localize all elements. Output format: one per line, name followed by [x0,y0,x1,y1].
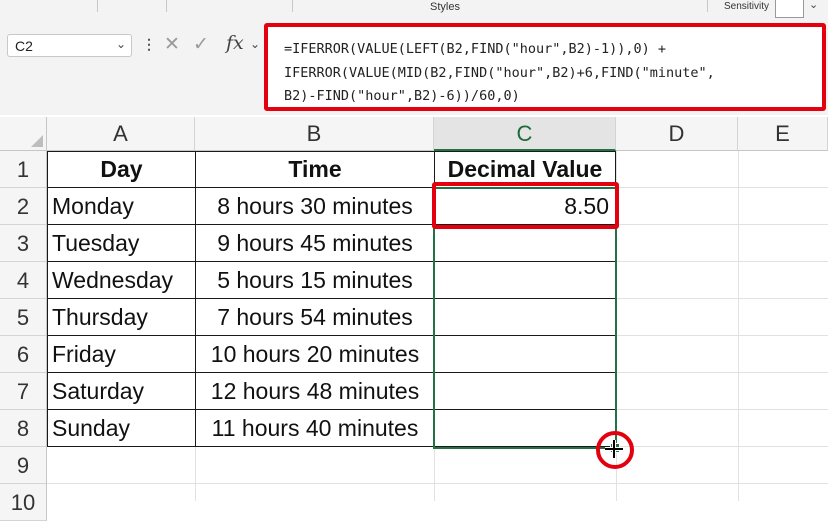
row-header-8[interactable]: 8 [0,410,47,447]
cell-day[interactable]: Friday [48,336,195,373]
ribbon-separator [97,0,98,12]
enter-icon[interactable]: ✓ [193,33,209,56]
row-header-7[interactable]: 7 [0,373,47,410]
cell-day[interactable]: Wednesday [48,262,195,299]
fx-icon[interactable]: fx [226,32,244,54]
ribbon-strip: Styles Sensitivity ⌄ [0,0,828,21]
ribbon-separator [707,0,708,12]
name-box[interactable]: C2 ⌄ [7,34,132,57]
cell-time[interactable]: 5 hours 15 minutes [196,262,434,299]
chevron-down-icon[interactable]: ⌄ [809,0,818,11]
styles-group-label: Styles [430,1,460,13]
row-header-6[interactable]: 6 [0,336,47,373]
sensitivity-label[interactable]: Sensitivity [724,1,769,12]
sensitivity-button[interactable] [775,0,804,18]
column-header-d[interactable]: D [616,117,738,151]
gridline [47,483,828,484]
select-all-button[interactable] [0,117,47,151]
row-header-9[interactable]: 9 [0,447,47,484]
cell-time[interactable]: 11 hours 40 minutes [196,410,434,447]
column-header-e[interactable]: E [738,117,828,151]
result-highlight-box [432,182,619,229]
row-header-10[interactable]: 10 [0,484,47,521]
header-day[interactable]: Day [48,151,195,188]
name-box-value: C2 [15,38,33,54]
crosshair-cursor-icon [605,440,623,458]
formula-highlight-box [264,23,826,111]
select-all-triangle-icon [31,135,43,147]
row-header-1[interactable]: 1 [0,151,47,188]
chevron-down-icon[interactable]: ⌄ [250,37,260,51]
cell-time[interactable]: 7 hours 54 minutes [196,299,434,336]
cell-day[interactable]: Thursday [48,299,195,336]
cell-time[interactable]: 9 hours 45 minutes [196,225,434,262]
cell-time[interactable]: 12 hours 48 minutes [196,373,434,410]
cell-day[interactable]: Tuesday [48,225,195,262]
spreadsheet-grid[interactable]: A B C D E 1 2 3 4 5 6 7 8 9 10 Day Time … [0,117,828,521]
cell-time[interactable]: 10 hours 20 minutes [196,336,434,373]
ribbon-separator [166,0,167,12]
header-time[interactable]: Time [196,151,434,188]
row-header-3[interactable]: 3 [0,225,47,262]
cell-day[interactable]: Saturday [48,373,195,410]
row-header-2[interactable]: 2 [0,188,47,225]
gridline [738,151,739,501]
cell-time[interactable]: 8 hours 30 minutes [196,188,434,225]
column-header-b[interactable]: B [195,117,434,151]
cell-day[interactable]: Sunday [48,410,195,447]
cancel-icon[interactable]: ✕ [164,33,180,56]
chevron-down-icon[interactable]: ⌄ [116,37,126,51]
column-header-a[interactable]: A [47,117,195,151]
cell-day[interactable]: Monday [48,188,195,225]
row-header-5[interactable]: 5 [0,299,47,336]
column-header-c[interactable]: C [434,117,616,151]
kebab-icon[interactable]: ⋮ [142,36,156,53]
row-header-4[interactable]: 4 [0,262,47,299]
ribbon-separator [292,0,293,12]
